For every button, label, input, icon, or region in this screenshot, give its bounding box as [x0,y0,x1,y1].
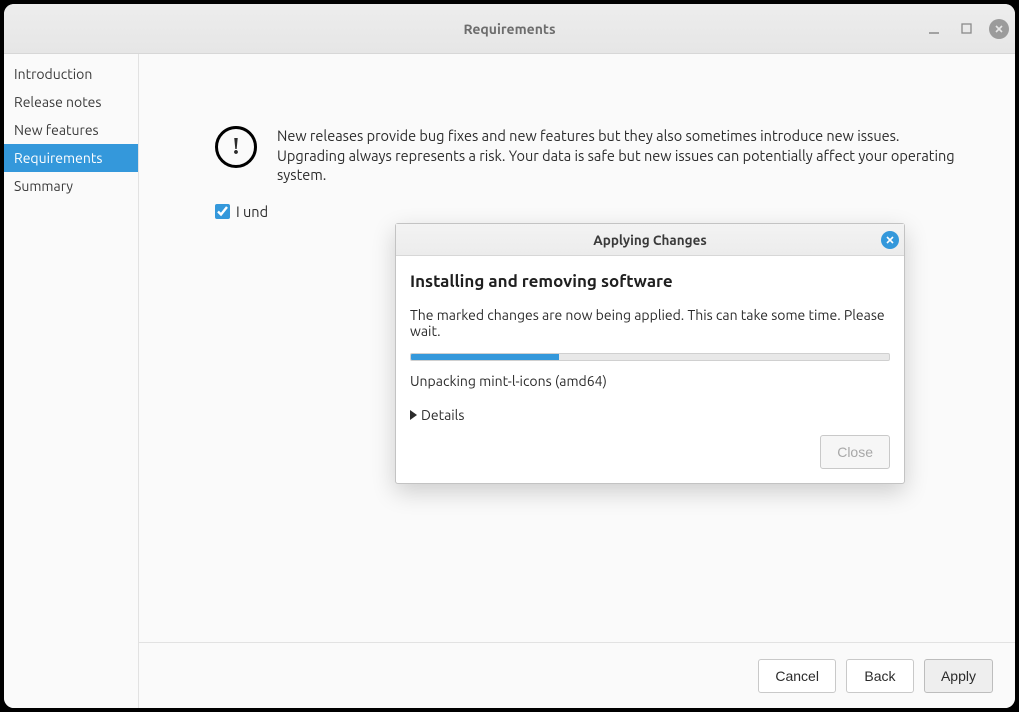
minimize-button[interactable] [925,20,943,38]
sidebar-item-requirements[interactable]: Requirements [4,144,138,172]
cancel-button[interactable]: Cancel [758,659,836,693]
back-button[interactable]: Back [846,659,914,693]
warning-icon: ! [215,126,257,168]
sidebar-item-summary[interactable]: Summary [4,172,138,200]
dialog-description: The marked changes are now being applied… [410,307,890,339]
footer: Cancel Back Apply [139,642,1015,708]
acknowledge-checkbox[interactable] [215,204,230,219]
dialog-header: Applying Changes [396,224,904,256]
window-close-button[interactable] [989,19,1009,39]
maximize-button[interactable] [957,20,975,38]
window-title: Requirements [463,21,555,37]
acknowledge-row: I und [215,203,959,220]
details-label: Details [421,407,464,423]
dialog-title: Installing and removing software [410,272,890,291]
acknowledge-label: I und [236,203,268,220]
apply-button[interactable]: Apply [924,659,993,693]
progress-bar-fill [411,354,559,360]
sidebar-item-new-features[interactable]: New features [4,116,138,144]
window-controls [925,19,1009,39]
chevron-right-icon [410,410,417,420]
dialog-close-button: Close [820,435,890,469]
dialog-header-title: Applying Changes [593,232,706,248]
applying-changes-dialog: Applying Changes Installing and removing… [395,223,905,484]
dialog-close-icon[interactable] [881,231,899,249]
sidebar-item-release-notes[interactable]: Release notes [4,88,138,116]
progress-status: Unpacking mint-l-icons (amd64) [410,373,890,389]
details-expander[interactable]: Details [410,407,890,423]
progress-bar [410,353,890,361]
warning-text: New releases provide bug fixes and new f… [277,126,959,185]
sidebar: Introduction Release notes New features … [4,54,139,708]
sidebar-item-introduction[interactable]: Introduction [4,60,138,88]
titlebar: Requirements [4,4,1015,54]
